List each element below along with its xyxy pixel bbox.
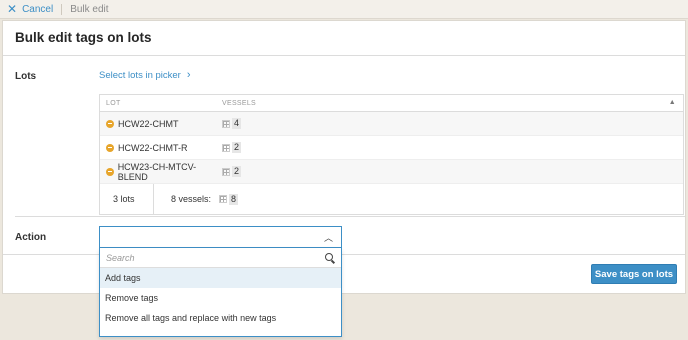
vessel-count: 4 — [232, 118, 242, 129]
search-input[interactable] — [106, 252, 316, 263]
table-header: LOT VESSELS ▲ — [100, 95, 683, 112]
vessel-grid-icon — [219, 195, 228, 203]
action-dropdown: Add tags Remove tags Remove all tags and… — [99, 248, 342, 337]
table-row[interactable]: HCW23-CH-MTCV-BLEND 2 — [100, 160, 683, 184]
table-row[interactable]: HCW22-CHMT 4 — [100, 112, 683, 136]
lot-icon — [106, 143, 114, 152]
action-select[interactable]: ︿ — [99, 226, 342, 248]
action-label: Action — [15, 232, 47, 243]
cancel-button[interactable]: ✕ Cancel — [7, 3, 53, 15]
cancel-label: Cancel — [22, 3, 54, 15]
vessel-grid-icon — [222, 143, 230, 152]
vessels-summary-label: 8 vessels: — [171, 194, 212, 204]
vessel-count: 2 — [232, 142, 242, 153]
chevron-right-icon: › — [186, 69, 191, 81]
option-replace-tags[interactable]: Remove all tags and replace with new tag… — [100, 308, 341, 328]
option-add-tags[interactable]: Add tags — [100, 268, 341, 288]
vessel-grid-icon — [222, 167, 230, 176]
save-tags-button[interactable]: Save tags on lots — [591, 264, 677, 284]
picker-link-label: Select lots in picker — [99, 69, 181, 81]
lot-name: HCW23-CH-MTCV-BLEND — [117, 161, 197, 182]
lots-table: LOT VESSELS ▲ HCW22-CHMT 4 HCW22-CHMT-R … — [99, 94, 684, 215]
lot-icon — [106, 119, 114, 128]
lot-name: HCW22-CHMT — [118, 118, 179, 129]
breadcrumb-divider — [61, 3, 63, 15]
lot-name: HCW22-CHMT-R — [118, 142, 188, 153]
vessels-total: 8 — [229, 193, 239, 205]
title-divider — [3, 55, 685, 56]
vessel-grid-icon — [222, 119, 230, 128]
search-icon — [325, 253, 333, 261]
page-title: Bulk edit tags on lots — [15, 30, 152, 45]
lot-icon — [106, 167, 114, 176]
column-header-lot[interactable]: LOT — [100, 100, 222, 107]
option-remove-tags[interactable]: Remove tags — [100, 288, 341, 308]
lots-label: Lots — [15, 71, 37, 82]
breadcrumb: Bulk edit — [70, 3, 109, 15]
column-header-vessels[interactable]: VESSELS — [222, 100, 256, 107]
section-divider — [15, 216, 685, 217]
select-lots-in-picker-link[interactable]: Select lots in picker › — [99, 69, 191, 81]
close-icon: ✕ — [7, 2, 18, 16]
table-row[interactable]: HCW22-CHMT-R 2 — [100, 136, 683, 160]
top-bar: ✕ Cancel Bulk edit — [0, 0, 688, 19]
sort-up-icon[interactable]: ▲ — [669, 99, 676, 106]
chevron-up-icon[interactable]: ︿ — [324, 231, 333, 244]
vessel-count: 2 — [232, 166, 242, 177]
table-summary: 3 lots 8 vessels: 8 — [100, 184, 683, 214]
lots-count: 3 lots — [100, 184, 154, 214]
dropdown-search-row — [100, 248, 341, 268]
